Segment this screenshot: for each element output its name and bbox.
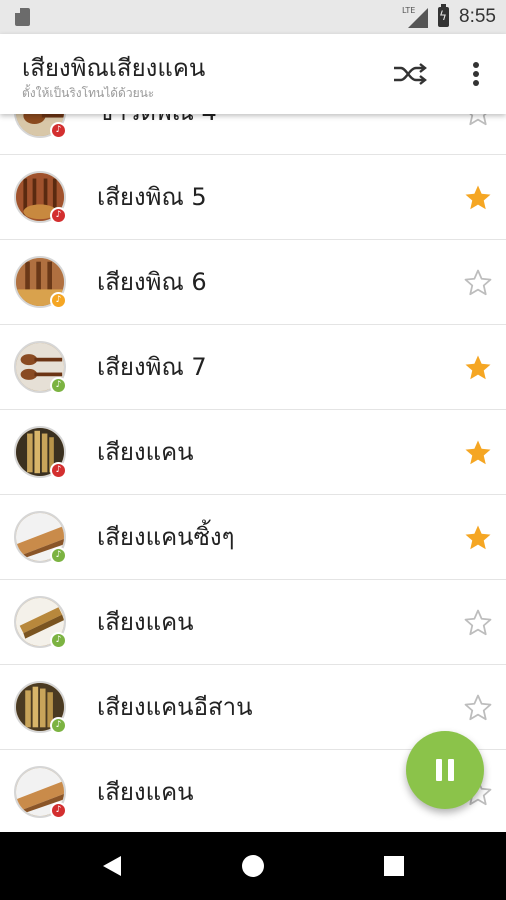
sound-title: เสียงพิณ 7 bbox=[97, 353, 207, 381]
more-vert-icon bbox=[473, 62, 479, 86]
pause-button[interactable] bbox=[406, 731, 484, 809]
list-item[interactable]: ♪ เสียงพิณ 6 bbox=[0, 240, 506, 325]
recents-button[interactable] bbox=[374, 846, 414, 886]
sound-title: เสียงพิณ 5 bbox=[97, 183, 207, 211]
music-note-badge-icon: ♪ bbox=[50, 292, 67, 309]
music-note-badge-icon: ♪ bbox=[50, 717, 67, 734]
sound-title: เสียงแคน bbox=[97, 438, 194, 466]
shuffle-button[interactable] bbox=[390, 56, 430, 92]
list-item[interactable]: ♪ เสียงพิณ 5 bbox=[0, 155, 506, 240]
sound-title: เสียงพิณ 6 bbox=[97, 268, 207, 296]
star-filled-icon bbox=[465, 525, 491, 550]
sound-title: เสียงแคนซิ้งๆ bbox=[97, 523, 235, 551]
list-item[interactable]: ♪ เสียงแคนซิ้งๆ bbox=[0, 495, 506, 580]
favorite-star-button[interactable] bbox=[460, 265, 496, 301]
list-item[interactable]: ♪ เสียงแคน bbox=[0, 580, 506, 665]
sound-title: เสียงแคน bbox=[97, 608, 194, 636]
sound-title: เสียงแคนอีสาน bbox=[97, 693, 253, 721]
favorite-star-button[interactable] bbox=[460, 180, 496, 216]
status-time: 8:55 bbox=[459, 6, 496, 27]
favorite-star-button[interactable] bbox=[460, 350, 496, 386]
home-icon bbox=[242, 855, 264, 877]
home-button[interactable] bbox=[233, 846, 273, 886]
shuffle-icon bbox=[394, 63, 427, 85]
music-note-badge-icon: ♪ bbox=[50, 122, 67, 139]
star-outline-icon bbox=[464, 269, 492, 296]
music-note-badge-icon: ♪ bbox=[50, 207, 67, 224]
battery-charging-icon bbox=[438, 4, 450, 27]
back-icon bbox=[103, 856, 121, 876]
favorite-star-button[interactable] bbox=[460, 520, 496, 556]
sound-title: เสียงแคน bbox=[97, 778, 194, 806]
lte-signal-icon: LTE bbox=[402, 6, 429, 28]
pause-icon bbox=[436, 759, 442, 781]
app-subtitle: ตั้งให้เป็นริงโทนได้ด้วยนะ bbox=[22, 86, 155, 100]
star-filled-icon bbox=[465, 440, 491, 465]
star-filled-icon bbox=[465, 355, 491, 380]
music-note-badge-icon: ♪ bbox=[50, 462, 67, 479]
list-item[interactable]: ♪ เสียงแคน bbox=[0, 410, 506, 495]
more-options-button[interactable] bbox=[458, 56, 494, 92]
favorite-star-button[interactable] bbox=[460, 435, 496, 471]
star-outline-icon bbox=[464, 609, 492, 636]
music-note-badge-icon: ♪ bbox=[50, 377, 67, 394]
recents-icon bbox=[384, 856, 404, 876]
status-bar: LTE 8:55 bbox=[0, 0, 506, 34]
music-note-badge-icon: ♪ bbox=[50, 547, 67, 564]
star-filled-icon bbox=[465, 185, 491, 210]
app-title: เสียงพิณเสียงแคน bbox=[22, 54, 206, 82]
back-button[interactable] bbox=[92, 846, 132, 886]
music-note-badge-icon: ♪ bbox=[50, 632, 67, 649]
app-toolbar: เสียงพิณเสียงแคน ตั้งให้เป็นริงโทนได้ด้ว… bbox=[0, 34, 506, 114]
list-item[interactable]: ♪ เสียงพิณ 7 bbox=[0, 325, 506, 410]
sim-card-icon bbox=[15, 8, 30, 26]
sound-list: ♪ ชาวตพิณ 4 ♪ เสียงพิณ 5 ♪ เสียงพิณ 6 ♪ … bbox=[0, 70, 506, 830]
star-outline-icon bbox=[464, 694, 492, 721]
favorite-star-button[interactable] bbox=[460, 605, 496, 641]
music-note-badge-icon: ♪ bbox=[50, 802, 67, 819]
favorite-star-button[interactable] bbox=[460, 690, 496, 726]
system-nav-bar bbox=[0, 832, 506, 900]
